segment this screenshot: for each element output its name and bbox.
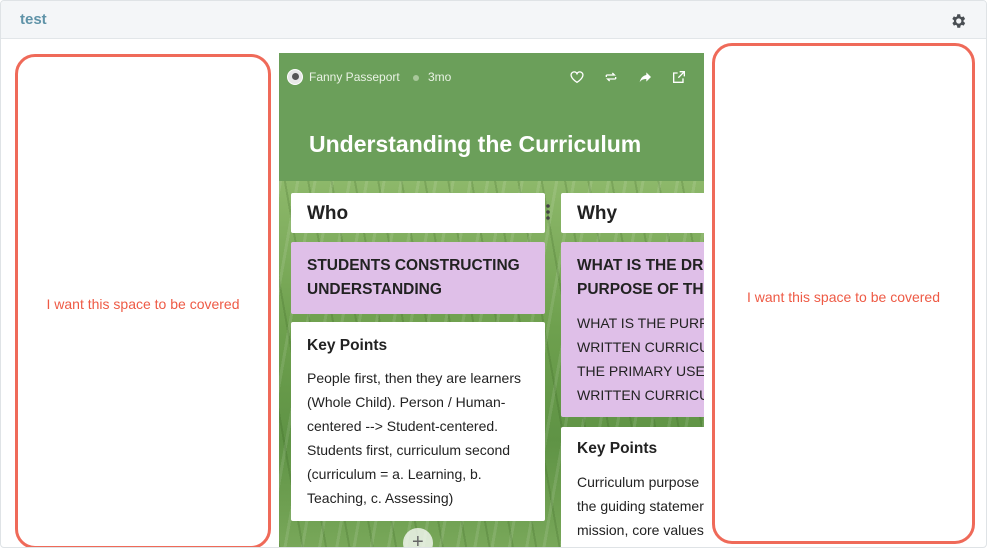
window-title: test: [20, 11, 47, 28]
column-header-who[interactable]: Who: [291, 193, 550, 233]
post-body-line: (curriculum = a. Learning, b.: [307, 466, 482, 482]
post-title: Key Points: [307, 337, 388, 354]
column-heading: Who: [307, 203, 349, 224]
post-card[interactable]: Key Points People first, then they are l…: [291, 322, 545, 521]
more-options-icon[interactable]: [546, 204, 550, 220]
post-body-line: mission, core values: [577, 522, 704, 538]
post-body-line: Students first, curriculum second: [307, 442, 511, 458]
post-body-line: WRITTEN CURRICUL: [577, 387, 704, 403]
post-body-line: WRITTEN CURRICUL: [577, 339, 704, 355]
post-body-line: Curriculum purpose: [577, 474, 700, 490]
post-title-line: STUDENTS CONSTRUCTING: [307, 257, 520, 274]
post-title-line: WHAT IS THE DRI: [577, 257, 704, 274]
post-body-line: Teaching, c. Assessing): [307, 490, 454, 506]
post-card[interactable]: Key Points Curriculum purpose the guidin…: [561, 427, 704, 547]
avatar[interactable]: [287, 69, 303, 85]
post-body-line: (Whole Child). Person / Human-: [307, 394, 506, 410]
author-name[interactable]: Fanny Passeport: [309, 70, 400, 84]
padlet-header: Fanny Passeport 3mo Understanding the Cu…: [279, 53, 704, 181]
post-body-line: WHAT IS THE PURPO: [577, 315, 704, 331]
post-title-line: UNDERSTANDING: [307, 281, 442, 298]
column-header-why[interactable]: Why: [561, 193, 704, 233]
post-title: Key Points: [577, 440, 658, 457]
post-body-line: the guiding statemer: [577, 498, 704, 514]
separator-dot: [413, 75, 419, 81]
right-placeholder-text: I want this space to be covered: [747, 289, 940, 305]
post-card[interactable]: STUDENTS CONSTRUCTING UNDERSTANDING: [291, 242, 545, 314]
post-title-line: PURPOSE OF THE: [577, 281, 704, 298]
right-placeholder-box: I want this space to be covered: [712, 43, 975, 544]
post-card[interactable]: WHAT IS THE DRI PURPOSE OF THE WHAT IS T…: [561, 242, 704, 417]
app-window: test I want this space to be covered Fan…: [0, 0, 987, 548]
post-body-line: centered --> Student-centered.: [307, 418, 499, 434]
padlet-embed: Fanny Passeport 3mo Understanding the Cu…: [279, 53, 704, 548]
padlet-title: Understanding the Curriculum: [309, 131, 642, 157]
post-body-line: THE PRIMARY USER: [577, 363, 704, 379]
plus-icon: +: [412, 531, 424, 548]
repost-icon[interactable]: [603, 69, 619, 85]
share-icon[interactable]: [637, 69, 653, 85]
timestamp: 3mo: [428, 70, 452, 84]
post-body-line: People first, then they are learners: [307, 370, 522, 386]
left-placeholder-box: I want this space to be covered: [15, 54, 271, 547]
title-bar: test: [1, 1, 986, 39]
open-external-icon[interactable]: [671, 69, 687, 85]
left-placeholder-text: I want this space to be covered: [46, 296, 240, 312]
heart-icon[interactable]: [569, 69, 585, 85]
column-heading: Why: [577, 203, 618, 224]
gear-icon[interactable]: [949, 12, 967, 30]
